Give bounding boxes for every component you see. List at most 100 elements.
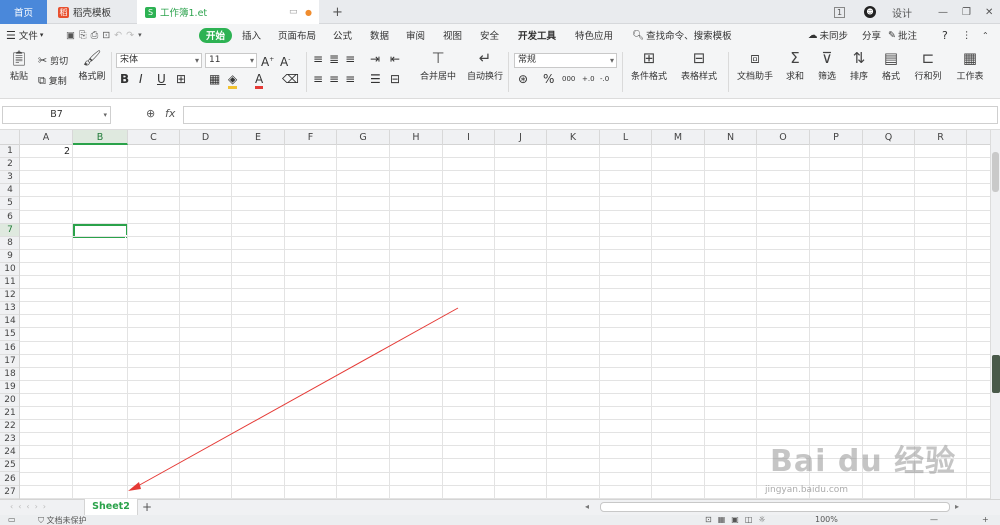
tab-home[interactable]: 首页 bbox=[0, 0, 47, 24]
horizontal-align-icons[interactable]: ≡≡≡ bbox=[313, 72, 361, 86]
filter-button[interactable]: ⊽ 筛选 bbox=[813, 50, 841, 83]
tab-review[interactable]: 审阅 bbox=[406, 24, 425, 46]
row-header-19[interactable]: 19 bbox=[0, 381, 19, 394]
column-header-l[interactable]: L bbox=[600, 130, 652, 145]
outdent-icon[interactable]: ⇤ bbox=[390, 52, 400, 66]
decrease-font-icon[interactable]: A- bbox=[280, 53, 290, 69]
cell-a1[interactable]: 2 bbox=[20, 145, 73, 158]
column-header-p[interactable]: P bbox=[810, 130, 863, 145]
tab-formula[interactable]: 公式 bbox=[333, 24, 352, 46]
number-format-select[interactable]: 常规 ▾ bbox=[514, 53, 617, 68]
column-header-b[interactable]: B bbox=[73, 130, 128, 145]
horizontal-scrollbar[interactable] bbox=[600, 502, 950, 512]
row-header-15[interactable]: 15 bbox=[0, 328, 19, 342]
maximize-button[interactable]: ❐ bbox=[962, 0, 971, 24]
paste-button[interactable]: 📋︎ 粘贴 bbox=[5, 50, 33, 83]
border-style-icon[interactable]: ▦ bbox=[209, 72, 220, 86]
zoom-lookup-icon[interactable]: ⊕ bbox=[146, 107, 155, 120]
column-header-e[interactable]: E bbox=[232, 130, 285, 145]
sync-status[interactable]: ☁ 未同步 bbox=[808, 24, 848, 46]
wrap-text-button[interactable]: ↵ 自动换行 bbox=[466, 50, 504, 83]
row-header-10[interactable]: 10 bbox=[0, 263, 19, 276]
column-header-f[interactable]: F bbox=[285, 130, 337, 145]
underline-button[interactable]: U bbox=[157, 72, 166, 86]
row-header-21[interactable]: 21 bbox=[0, 407, 19, 421]
merge-center-button[interactable]: ⊤ 合并居中 bbox=[416, 50, 460, 83]
vertical-align-icons[interactable]: ≡≣≡ bbox=[313, 52, 361, 66]
zoom-out-icon[interactable]: — bbox=[930, 515, 938, 524]
row-header-2[interactable]: 2 bbox=[0, 158, 19, 172]
row-header-16[interactable]: 16 bbox=[0, 342, 19, 355]
column-header-h[interactable]: H bbox=[390, 130, 443, 145]
thousands-button[interactable]: 000 bbox=[562, 72, 575, 86]
tab-view[interactable]: 视图 bbox=[443, 24, 462, 46]
scroll-left-icon[interactable]: ◂ bbox=[585, 502, 589, 511]
cut-button[interactable]: ✂ 剪切 bbox=[38, 54, 68, 67]
row-header-24[interactable]: 24 bbox=[0, 446, 19, 460]
row-col-button[interactable]: ⊏ 行和列 bbox=[910, 50, 946, 83]
tab-daoke-template[interactable]: 稻 稻壳模板 bbox=[48, 0, 136, 24]
tab-special[interactable]: 特色应用 bbox=[575, 24, 613, 46]
row-header-18[interactable]: 18 bbox=[0, 368, 19, 381]
row-header-11[interactable]: 11 bbox=[0, 276, 19, 290]
scroll-right-icon[interactable]: ▸ bbox=[955, 502, 959, 511]
side-panel-toggle[interactable] bbox=[992, 355, 1000, 393]
design-button[interactable]: 设计 bbox=[892, 0, 912, 24]
collapse-ribbon-icon[interactable]: ⌃ bbox=[982, 24, 989, 46]
conditional-format-button[interactable]: ⊞ 条件格式 bbox=[627, 50, 671, 83]
sheet-tab-sheet2[interactable]: Sheet2 bbox=[84, 499, 138, 515]
tab-insert[interactable]: 插入 bbox=[242, 24, 261, 46]
column-header-g[interactable]: G bbox=[337, 130, 390, 145]
comment-button[interactable]: ✎ 批注 bbox=[888, 24, 917, 46]
column-header-q[interactable]: Q bbox=[863, 130, 915, 145]
row-header-17[interactable]: 17 bbox=[0, 355, 19, 368]
row-header-12[interactable]: 12 bbox=[0, 289, 19, 303]
row-header-6[interactable]: 6 bbox=[0, 211, 19, 224]
column-header-m[interactable]: M bbox=[652, 130, 705, 145]
share-button[interactable]: 分享 bbox=[862, 24, 881, 46]
column-header-r[interactable]: R bbox=[915, 130, 967, 145]
clear-format-icon[interactable]: ⌫ bbox=[282, 72, 299, 86]
command-search[interactable]: 🔍︎ 查找命令、搜索模板 bbox=[632, 24, 732, 46]
currency-icon[interactable]: ⊛ bbox=[518, 72, 528, 86]
sum-button[interactable]: Σ 求和 bbox=[781, 50, 809, 83]
row-header-3[interactable]: 3 bbox=[0, 171, 19, 185]
font-color-icon[interactable]: A bbox=[255, 72, 264, 89]
zoom-in-icon[interactable]: + bbox=[982, 515, 989, 524]
row-header-26[interactable]: 26 bbox=[0, 473, 19, 486]
increase-font-icon[interactable]: A+ bbox=[261, 53, 274, 69]
row-header-7[interactable]: 7 bbox=[0, 223, 19, 237]
copy-button[interactable]: ⧉ 复制 bbox=[38, 74, 67, 88]
tab-page-layout[interactable]: 页面布局 bbox=[278, 24, 316, 46]
tab-start[interactable]: 开始 bbox=[199, 27, 233, 43]
minimize-button[interactable]: — bbox=[938, 0, 948, 24]
view-mode-icons[interactable]: ⊡▦▣◫☼ bbox=[705, 515, 772, 524]
sheet-nav-arrows-icon[interactable]: ‹‹‹›› bbox=[10, 502, 51, 511]
indent-icon[interactable]: ⇥ bbox=[370, 52, 380, 66]
tab-data[interactable]: 数据 bbox=[370, 24, 389, 46]
add-sheet-button[interactable]: + bbox=[142, 500, 152, 514]
name-box[interactable]: B7 ▾ bbox=[2, 106, 111, 124]
increase-decimal-icon[interactable]: +.0 bbox=[582, 72, 595, 86]
tab-developer[interactable]: 开发工具 bbox=[518, 24, 556, 46]
avatar[interactable]: ☻ bbox=[864, 0, 876, 24]
italic-button[interactable]: I bbox=[139, 72, 143, 86]
file-menu[interactable]: ☰ 文件 ▾ bbox=[6, 24, 43, 46]
column-header-j[interactable]: J bbox=[495, 130, 547, 145]
quick-access-toolbar[interactable]: ▣ ⎘ ⎙ ⊡ ↶ ↷ ▾ bbox=[66, 24, 146, 46]
tab-workbook[interactable]: S 工作簿1.et ▭ ● bbox=[137, 0, 319, 24]
percent-button[interactable]: % bbox=[543, 72, 554, 86]
doc-assistant-button[interactable]: ⧈ 文档助手 bbox=[735, 50, 775, 83]
screen-icon[interactable]: ▭ bbox=[289, 7, 298, 17]
help-button[interactable]: ? bbox=[942, 24, 948, 46]
column-header-n[interactable]: N bbox=[705, 130, 757, 145]
column-header-c[interactable]: C bbox=[128, 130, 180, 145]
more-menu-icon[interactable]: ⋮ bbox=[962, 24, 972, 46]
distribute-icon[interactable]: ☰ bbox=[370, 72, 381, 86]
row-header-9[interactable]: 9 bbox=[0, 250, 19, 263]
fill-color-icon[interactable]: ◈ bbox=[228, 72, 238, 89]
row-header-1[interactable]: 1 bbox=[0, 145, 19, 159]
border-icon[interactable]: ⊞ bbox=[176, 72, 186, 86]
justify-icon[interactable]: ⊟ bbox=[390, 72, 400, 86]
column-header-k[interactable]: K bbox=[547, 130, 600, 145]
